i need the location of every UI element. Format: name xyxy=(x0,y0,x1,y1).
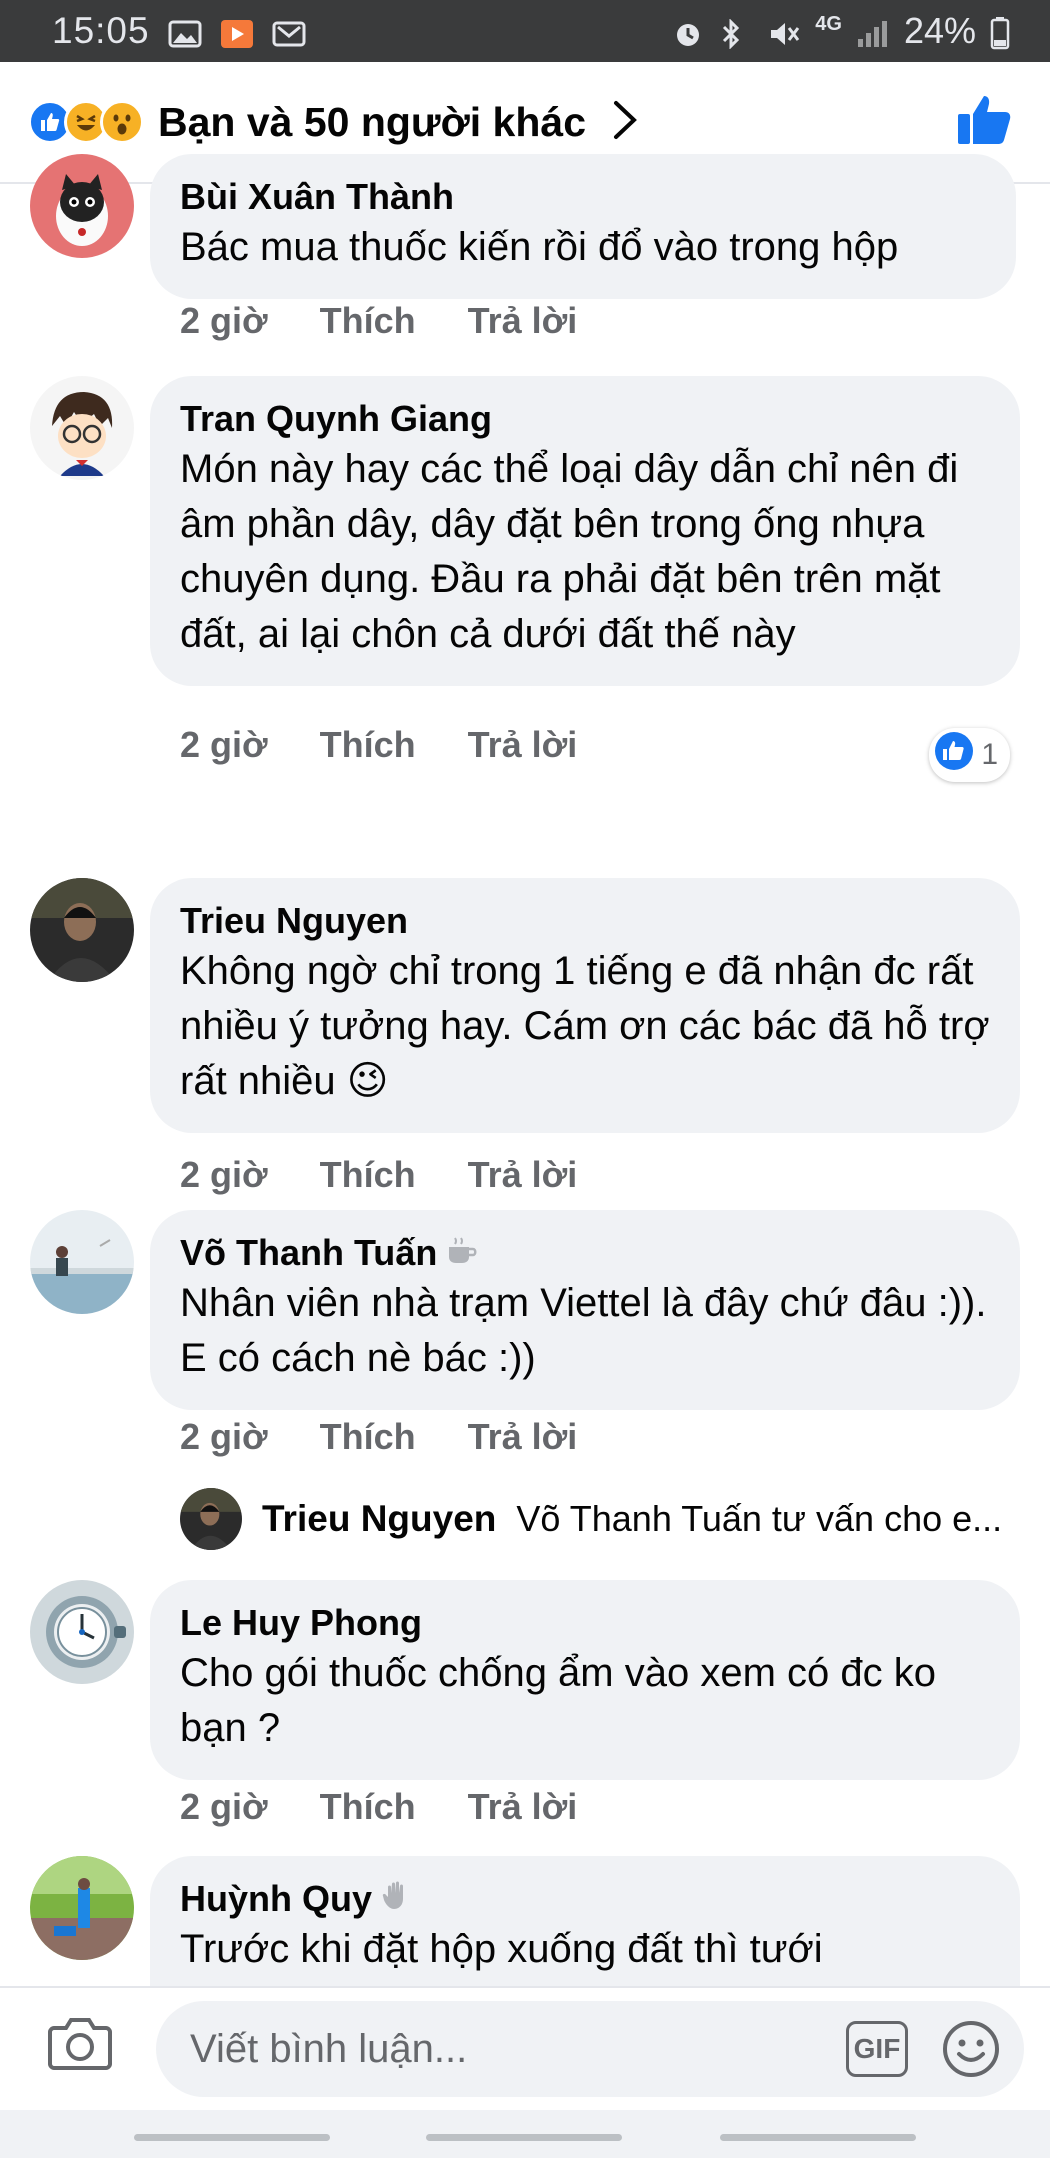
like-reaction-icon xyxy=(935,732,974,778)
like-button-icon[interactable] xyxy=(956,94,1012,151)
avatar[interactable] xyxy=(30,878,134,982)
avatar[interactable] xyxy=(30,1580,134,1684)
comment-author[interactable]: Huỳnh Quy xyxy=(180,1876,990,1922)
comment-author-name: Huỳnh Quy xyxy=(180,1878,373,1919)
comment-time[interactable]: 2 giờ xyxy=(180,1154,268,1196)
comment-actions: 2 giờ Thích Trả lời xyxy=(180,1416,577,1458)
comments-sheet: Bạn và 50 người khác Bùi Xuân Thành Bác … xyxy=(0,62,1050,2158)
avatar[interactable] xyxy=(30,376,134,480)
battery-icon xyxy=(990,16,1010,50)
avatar[interactable] xyxy=(30,1210,134,1314)
comment-author[interactable]: Bùi Xuân Thành xyxy=(180,174,986,220)
reply-link[interactable]: Trả lời xyxy=(468,1786,578,1828)
reply-preview[interactable]: Trieu Nguyen Võ Thanh Tuấn tư vấn cho e.… xyxy=(180,1488,1002,1550)
status-time: 15:05 xyxy=(52,10,150,51)
camera-icon[interactable] xyxy=(48,2014,130,2084)
battery-percent: 24% xyxy=(903,10,976,51)
nav-pill-center[interactable] xyxy=(426,2134,622,2141)
reply-text: Võ Thanh Tuấn tư vấn cho e... xyxy=(516,1498,1003,1539)
comment-actions: 2 giờ Thích Trả lời xyxy=(180,1154,577,1196)
wow-reaction-icon xyxy=(100,100,144,144)
comment-author[interactable]: Trieu Nguyen xyxy=(180,898,990,944)
reply-link[interactable]: Trả lời xyxy=(468,300,578,342)
emoji-icon[interactable] xyxy=(942,2020,1000,2078)
comment-actions: 2 giờ Thích Trả lời xyxy=(180,1786,577,1828)
comment-reaction-badge[interactable]: 1 xyxy=(929,728,1010,782)
coffee-badge-icon xyxy=(445,1230,479,1276)
comment-author-name: Võ Thanh Tuấn xyxy=(180,1232,438,1273)
alarm-icon xyxy=(671,16,705,46)
reaction-count: 1 xyxy=(981,738,998,771)
comment-text-body: Không ngờ chỉ trong 1 tiếng e đã nhận đc… xyxy=(180,949,990,1103)
network-label: 4G xyxy=(815,12,842,35)
comment-time[interactable]: 2 giờ xyxy=(180,300,268,342)
avatar[interactable] xyxy=(30,154,134,258)
comment-bubble[interactable]: Tran Quynh Giang Món này hay các thể loạ… xyxy=(150,376,1020,686)
reaction-icons xyxy=(28,100,144,144)
reply-author[interactable]: Trieu Nguyen xyxy=(262,1498,496,1540)
comment-bubble[interactable]: Bùi Xuân Thành Bác mua thuốc kiến rồi đổ… xyxy=(150,154,1016,299)
avatar[interactable] xyxy=(180,1488,242,1550)
chevron-right-icon xyxy=(612,99,638,146)
reply-link[interactable]: Trả lời xyxy=(468,1154,578,1196)
comment-bubble[interactable]: Võ Thanh Tuấn Nhân viên nhà trạm Viettel… xyxy=(150,1210,1020,1410)
system-nav-bar xyxy=(0,2110,1050,2158)
comment-text: Trước khi đặt hộp xuống đất thì tưới xyxy=(180,1927,823,1971)
bluetooth-icon xyxy=(719,16,753,50)
avatar[interactable] xyxy=(30,1856,134,1960)
like-link[interactable]: Thích xyxy=(320,724,416,766)
comment-actions: 2 giờ Thích Trả lời xyxy=(180,724,577,766)
reply-link[interactable]: Trả lời xyxy=(468,724,578,766)
mute-icon xyxy=(767,16,801,46)
reply-link[interactable]: Trả lời xyxy=(468,1416,578,1458)
comment-input-placeholder: Viết bình luận... xyxy=(190,2026,468,2071)
comment-time[interactable]: 2 giờ xyxy=(180,724,268,766)
nav-pill-left[interactable] xyxy=(134,2134,330,2141)
image-icon xyxy=(168,16,202,48)
comment-text: Món này hay các thể loại dây dẫn chỉ nên… xyxy=(180,447,959,656)
comment-time[interactable]: 2 giờ xyxy=(180,1786,268,1828)
status-bar: 15:05 4G 24% xyxy=(0,0,1050,62)
wink-emoji: 😉 xyxy=(346,1059,389,1103)
nav-pill-right[interactable] xyxy=(720,2134,916,2141)
comment-text: Bác mua thuốc kiến rồi đổ vào trong hộp xyxy=(180,225,899,269)
comment-author[interactable]: Tran Quynh Giang xyxy=(180,396,990,442)
comment-time[interactable]: 2 giờ xyxy=(180,1416,268,1458)
comment-bubble[interactable]: Le Huy Phong Cho gói thuốc chống ẩm vào … xyxy=(150,1580,1020,1780)
like-link[interactable]: Thích xyxy=(320,1416,416,1458)
signal-icon xyxy=(856,16,890,47)
gif-button[interactable]: GIF xyxy=(846,2021,908,2077)
comment-input[interactable]: Viết bình luận... GIF xyxy=(156,2001,1024,2097)
mail-icon xyxy=(272,16,306,47)
like-link[interactable]: Thích xyxy=(320,1786,416,1828)
comment-actions: 2 giờ Thích Trả lời xyxy=(180,300,577,342)
wave-badge-icon xyxy=(380,1876,412,1922)
reactions-summary: Bạn và 50 người khác xyxy=(158,98,586,145)
like-link[interactable]: Thích xyxy=(320,300,416,342)
comment-text: Nhân viên nhà trạm Viettel là đây chứ đâ… xyxy=(180,1281,987,1380)
comment-text: Cho gói thuốc chống ẩm vào xem có đc ko … xyxy=(180,1651,936,1750)
youtube-icon xyxy=(220,16,254,48)
like-link[interactable]: Thích xyxy=(320,1154,416,1196)
comment-bubble[interactable]: Trieu Nguyen Không ngờ chỉ trong 1 tiếng… xyxy=(150,878,1020,1133)
comment-text: Không ngờ chỉ trong 1 tiếng e đã nhận đc… xyxy=(180,944,990,1109)
comment-composer: Viết bình luận... GIF xyxy=(0,1986,1050,2110)
comment-author[interactable]: Võ Thanh Tuấn xyxy=(180,1230,990,1276)
comment-author[interactable]: Le Huy Phong xyxy=(180,1600,990,1646)
